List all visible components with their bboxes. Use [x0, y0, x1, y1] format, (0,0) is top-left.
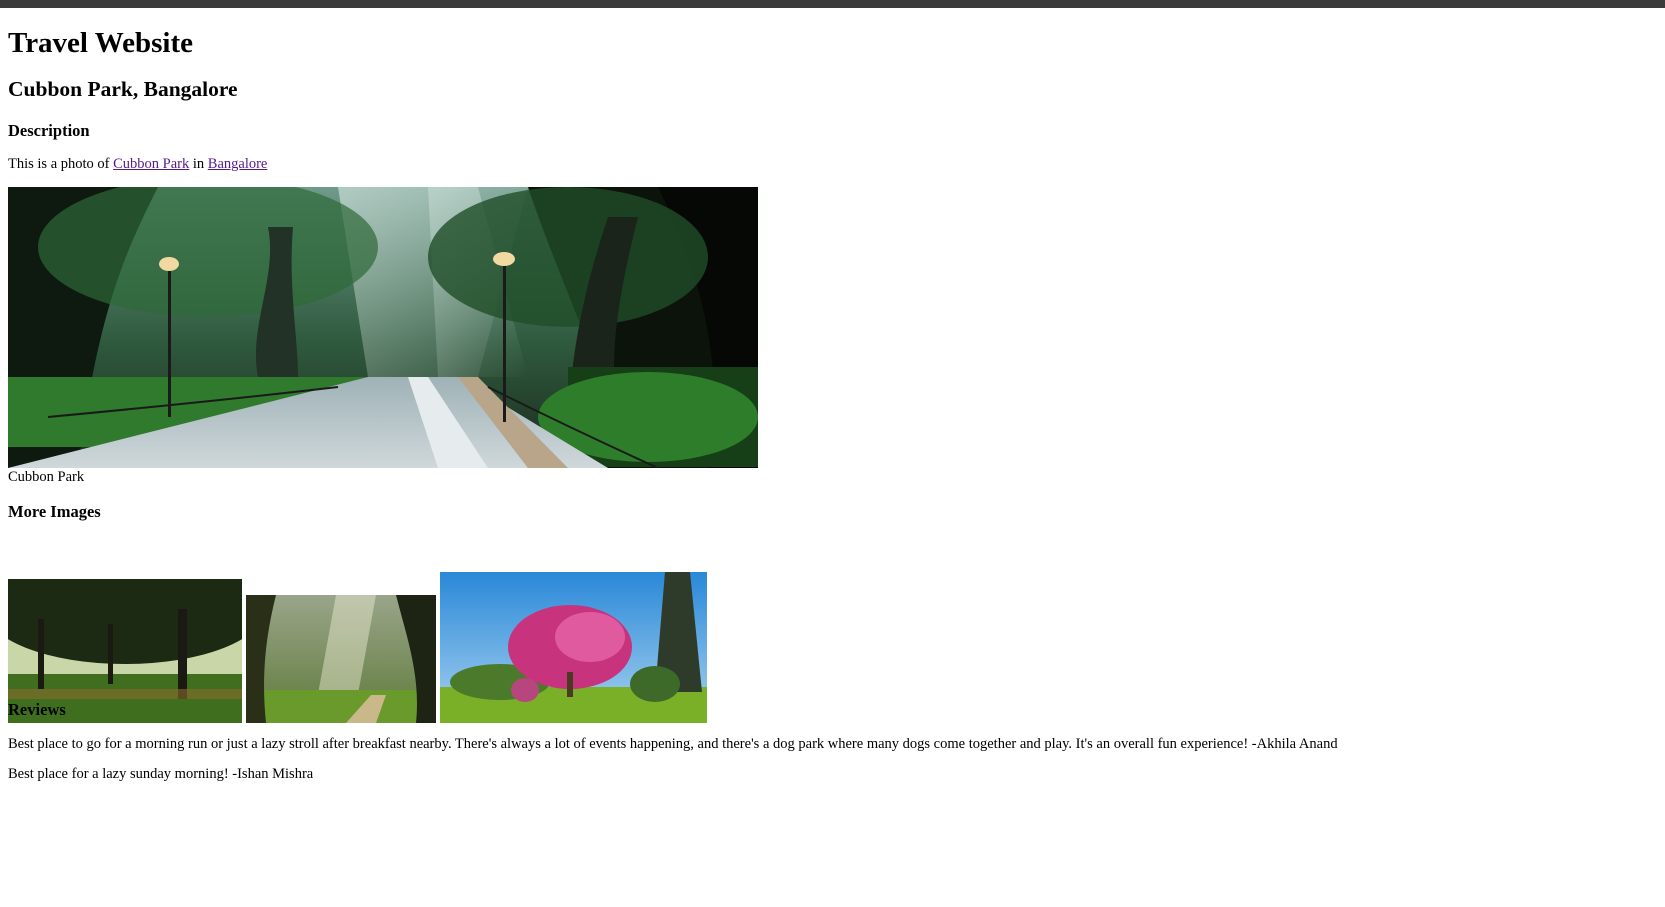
description-middle: in	[189, 156, 208, 172]
bangalore-link[interactable]: Bangalore	[208, 156, 268, 172]
main-photo-caption: Cubbon Park	[8, 469, 85, 485]
review-item: Best place for a lazy sunday morning! -I…	[8, 766, 314, 782]
description-prefix: This is a photo of	[8, 156, 114, 172]
main-park-photo	[8, 187, 758, 468]
reviews-heading: Reviews	[8, 700, 66, 719]
park-thumbnail-2	[246, 595, 436, 723]
park-thumbnail-3	[440, 572, 707, 723]
cubbon-park-link[interactable]: Cubbon Park	[113, 156, 189, 172]
place-title: Cubbon Park, Bangalore	[8, 77, 238, 101]
review-item: Best place to go for a morning run or ju…	[8, 736, 1338, 752]
site-title: Travel Website	[8, 27, 193, 59]
description-text: This is a photo of Cubbon Park in Bangal…	[8, 156, 267, 173]
more-images-heading: More Images	[8, 502, 101, 521]
browser-top-bar	[0, 0, 1665, 8]
description-heading: Description	[8, 121, 90, 140]
